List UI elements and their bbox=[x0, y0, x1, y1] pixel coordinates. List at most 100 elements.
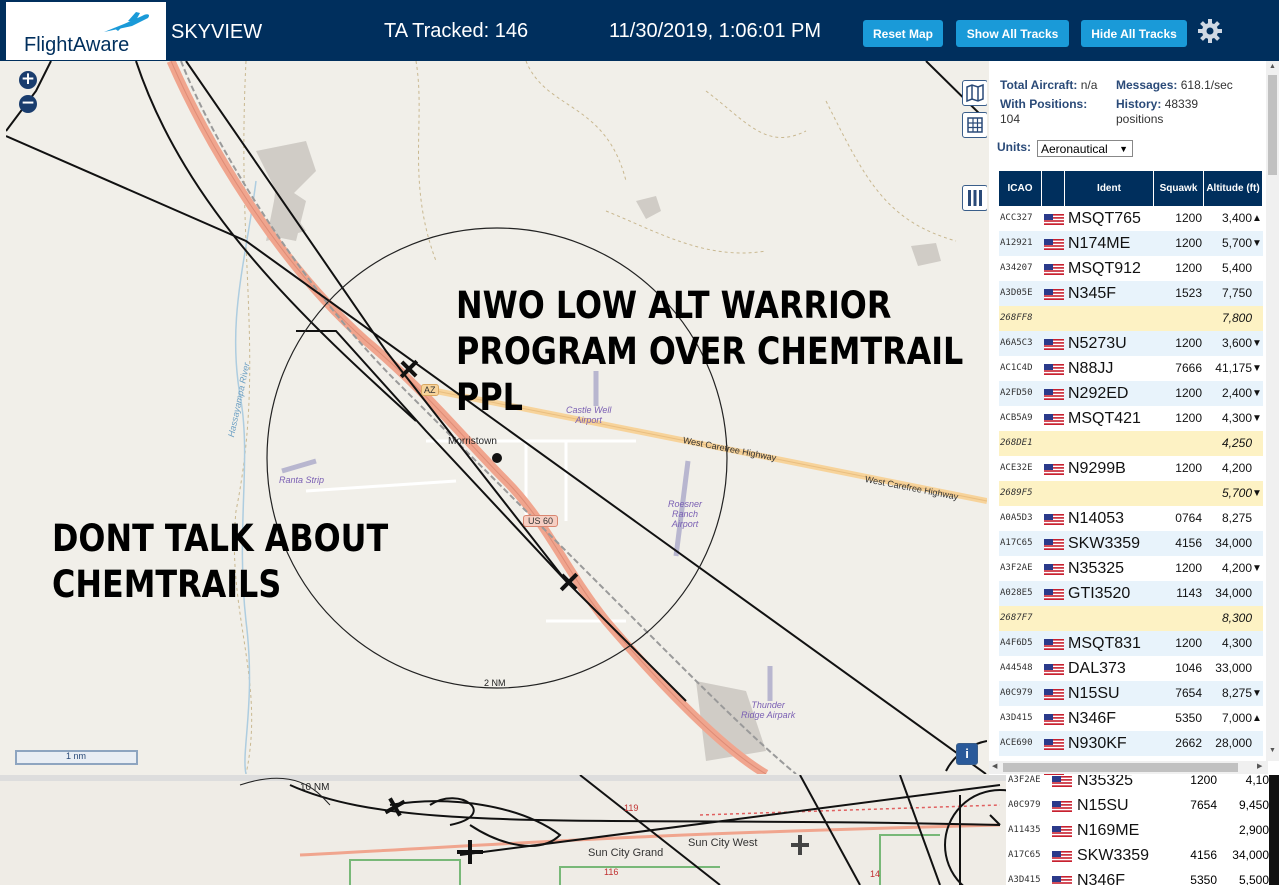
table-row[interactable]: A44548 DAL373 1046 33,000 bbox=[999, 656, 1263, 682]
table-row[interactable]: A4F6D5 MSQT831 1200 4,300 bbox=[999, 631, 1263, 657]
sidebar-vertical-scrollbar[interactable]: ▲ ▼ bbox=[1266, 61, 1279, 761]
hide-all-tracks-button[interactable]: Hide All Tracks bbox=[1081, 20, 1187, 47]
table-row[interactable]: A028E5 GTI3520 1143 34,000 bbox=[999, 581, 1263, 607]
zoom-in-button[interactable]: + bbox=[19, 71, 37, 89]
us-flag-icon bbox=[1044, 339, 1064, 350]
table-row[interactable]: AC1C4D N88JJ 7666 41,175 ▼ bbox=[999, 356, 1263, 382]
map-layers-button[interactable] bbox=[962, 80, 987, 106]
us-flag-icon bbox=[1044, 714, 1064, 725]
ident-cell: N88JJ bbox=[1068, 360, 1114, 377]
squawk-cell: 4156 bbox=[1175, 536, 1202, 550]
info-button[interactable]: i bbox=[956, 743, 978, 765]
grid-button[interactable] bbox=[962, 112, 987, 138]
us-flag-icon bbox=[1044, 589, 1064, 600]
road-az-label: AZ bbox=[421, 384, 439, 396]
altitude-trend-icon: ▼ bbox=[1252, 238, 1262, 249]
scroll-left-icon[interactable]: ◀ bbox=[992, 762, 997, 770]
scale-label: 1 nm bbox=[66, 751, 87, 761]
flightaware-logo[interactable]: FlightAware bbox=[6, 2, 166, 60]
reset-map-button[interactable]: Reset Map bbox=[863, 20, 943, 47]
us-flag-icon bbox=[1044, 414, 1064, 425]
icao-cell: ACE690 bbox=[1000, 738, 1033, 748]
altitude-trend-icon: ▲ bbox=[1252, 213, 1262, 224]
map-view[interactable]: + − i Morristown AZ US 60 West Carefree … bbox=[6, 61, 987, 774]
altitude-trend-icon: ▼ bbox=[1252, 338, 1262, 349]
table-row[interactable]: A0A5D3 N14053 0764 8,275 bbox=[999, 506, 1263, 532]
icao-cell: A3D415 bbox=[1000, 713, 1033, 723]
altitude-trend-icon: ▼ bbox=[1252, 488, 1262, 499]
us-flag-icon bbox=[1052, 851, 1072, 862]
scroll-down-icon[interactable]: ▼ bbox=[1269, 747, 1276, 754]
bg-road-119: 119 bbox=[624, 803, 639, 813]
icao-cell: A12921 bbox=[1000, 238, 1033, 248]
table-row[interactable]: A3D415 N346F 5350 7,000 ▲ bbox=[999, 706, 1263, 732]
table-row[interactable]: 2687F7 8,300 bbox=[999, 606, 1263, 632]
table-row[interactable]: A34207 MSQT912 1200 5,400 bbox=[999, 256, 1263, 282]
ident-cell: N9299B bbox=[1068, 460, 1126, 477]
ident-cell: SKW3359 bbox=[1077, 847, 1150, 864]
altitude-trend-icon: ▼ bbox=[1252, 363, 1262, 374]
bg-window-edge bbox=[1269, 775, 1279, 885]
bg-table-row: A17C65 SKW3359 4156 34,000 bbox=[1006, 843, 1269, 868]
sidebar-horizontal-scrollbar[interactable]: ◀ ▶ bbox=[989, 761, 1268, 774]
scrollbar-thumb[interactable] bbox=[1268, 75, 1277, 175]
altitude-cell: 9,450 bbox=[1238, 798, 1269, 812]
col-squawk[interactable]: Squawk bbox=[1154, 171, 1204, 206]
tracked-count: TA Tracked: 146 bbox=[384, 20, 529, 42]
table-row[interactable]: ACB5A9 MSQT421 1200 4,300 ▼ bbox=[999, 406, 1263, 432]
icao-cell: A0A5D3 bbox=[1000, 513, 1033, 523]
table-row[interactable]: A3D05E N345F 1523 7,750 bbox=[999, 281, 1263, 307]
scrollbar-thumb[interactable] bbox=[1003, 763, 1238, 772]
table-row[interactable]: ACE32E N9299B 1200 4,200 bbox=[999, 456, 1263, 482]
show-all-tracks-button[interactable]: Show All Tracks bbox=[956, 20, 1069, 47]
table-row[interactable]: A0C979 N15SU 7654 8,275 ▼ bbox=[999, 681, 1263, 707]
units-select-value: Aeronautical bbox=[1041, 142, 1108, 156]
us-flag-icon bbox=[1044, 214, 1064, 225]
table-row[interactable]: A6A5C3 N5273U 1200 3,600 ▼ bbox=[999, 331, 1263, 357]
squawk-cell: 2662 bbox=[1175, 736, 1202, 750]
squawk-cell: 1200 bbox=[1175, 411, 1202, 425]
table-row[interactable]: A17C65 SKW3359 4156 34,000 bbox=[999, 531, 1263, 557]
grid-icon bbox=[967, 117, 983, 133]
table-row[interactable]: 268DE1 4,250 bbox=[999, 431, 1263, 457]
table-row[interactable]: ACC327 MSQT765 1200 3,400 ▲ bbox=[999, 206, 1263, 232]
columns-button[interactable] bbox=[962, 185, 987, 211]
table-row[interactable]: 268FF8 7,800 bbox=[999, 306, 1263, 332]
table-row[interactable]: A12921 N174ME 1200 5,700 ▼ bbox=[999, 231, 1263, 257]
ident-cell: N169ME bbox=[1077, 822, 1140, 839]
scroll-right-icon[interactable]: ▶ bbox=[1257, 762, 1262, 770]
altitude-cell: 7,750 bbox=[1221, 286, 1252, 300]
table-row[interactable]: A2FD50 N292ED 1200 2,400 ▼ bbox=[999, 381, 1263, 407]
ident-cell: N930KF bbox=[1068, 735, 1127, 752]
col-altitude[interactable]: Altitude (ft) bbox=[1204, 171, 1263, 206]
logo-text: FlightAware bbox=[24, 34, 130, 56]
icao-cell: A3D05E bbox=[1000, 288, 1033, 298]
squawk-cell bbox=[1157, 481, 1202, 506]
history-stat: History: 48339 positions bbox=[1116, 97, 1199, 126]
zoom-out-button[interactable]: − bbox=[19, 95, 37, 113]
icao-cell: A6A5C3 bbox=[1000, 338, 1033, 348]
col-flag[interactable] bbox=[1042, 171, 1065, 206]
ident-cell: N174ME bbox=[1068, 235, 1131, 252]
col-ident[interactable]: Ident bbox=[1065, 171, 1154, 206]
squawk-cell: 7654 bbox=[1190, 798, 1217, 812]
bg-road-14: 14 bbox=[870, 869, 881, 879]
icao-cell: ACB5A9 bbox=[1000, 413, 1033, 423]
table-row[interactable]: 2689F5 5,700 ▼ bbox=[999, 481, 1263, 507]
units-select[interactable]: Aeronautical ▼ bbox=[1037, 140, 1133, 157]
range-ring-label: 2 NM bbox=[484, 678, 506, 688]
table-row[interactable]: ACE690 N930KF 2662 28,000 bbox=[999, 731, 1263, 757]
altitude-trend-icon: ▼ bbox=[1252, 563, 1262, 574]
ident-cell: N35325 bbox=[1068, 560, 1125, 577]
us-flag-icon bbox=[1052, 826, 1072, 837]
squawk-cell: 1200 bbox=[1175, 336, 1202, 350]
table-row[interactable]: A3F2AE N35325 1200 4,200 ▼ bbox=[999, 556, 1263, 582]
altitude-cell: 34,000 bbox=[1215, 586, 1252, 600]
squawk-cell: 4156 bbox=[1190, 848, 1217, 862]
scroll-up-icon[interactable]: ▲ bbox=[1269, 63, 1276, 70]
col-icao[interactable]: ICAO bbox=[999, 171, 1042, 206]
us-flag-icon bbox=[1052, 776, 1072, 787]
chevron-down-icon: ▼ bbox=[1119, 144, 1128, 154]
gear-icon[interactable] bbox=[1197, 18, 1223, 44]
app-name: SKYVIEW bbox=[171, 21, 263, 43]
